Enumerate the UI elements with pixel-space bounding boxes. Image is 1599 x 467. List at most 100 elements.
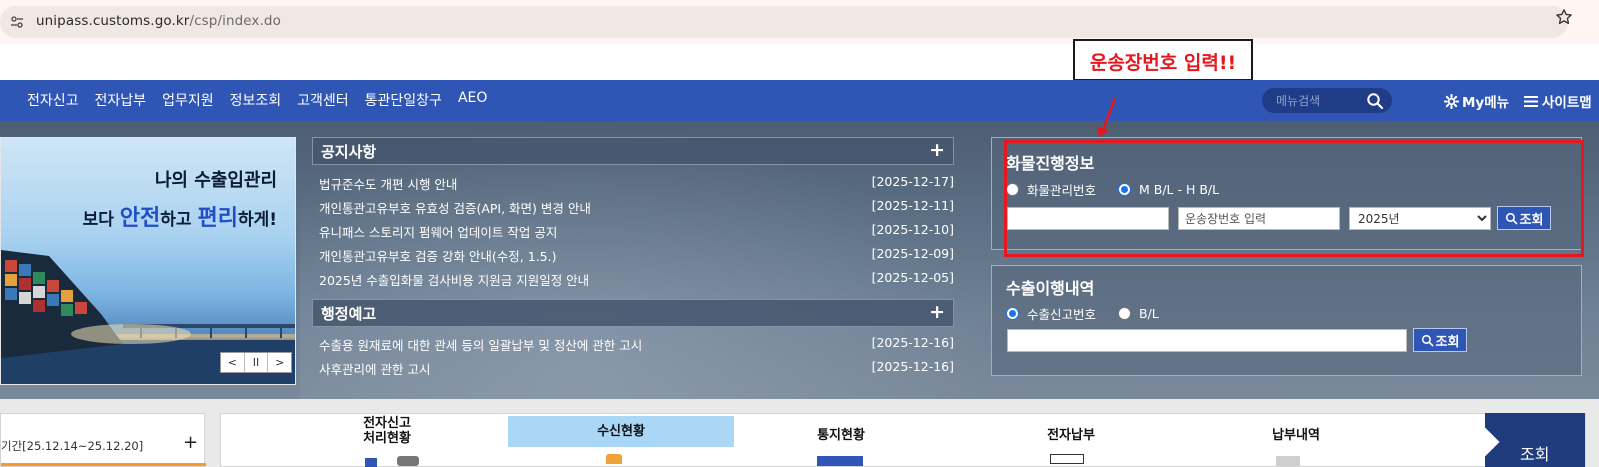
device-icon xyxy=(397,456,419,466)
main-navigation: 전자신고 전자납부 업무지원 정보조회 고객센터 통관단일창구 AEO My메뉴 xyxy=(0,80,1599,121)
nav-item-aeo[interactable]: AEO xyxy=(458,90,487,110)
red-arrow-icon xyxy=(1097,97,1117,137)
url-text: unipass.customs.go.kr/csp/index.do xyxy=(36,13,281,29)
notice-date: [2025-12-05] xyxy=(871,270,954,285)
banner-pause-button[interactable]: II xyxy=(245,353,269,372)
menu-search-input[interactable] xyxy=(1276,91,1366,110)
site-info-icon[interactable] xyxy=(10,15,24,29)
payment-icon xyxy=(1050,454,1084,464)
banner-subline: 보다 안전하고 편리하게! xyxy=(83,200,277,232)
tab-report-status-line1: 전자신고 xyxy=(363,416,411,431)
banner-next-button[interactable]: > xyxy=(268,353,291,372)
tab-reception-status[interactable]: 수신현황 xyxy=(508,416,734,447)
export-number-input[interactable] xyxy=(1007,329,1407,352)
nav-item-customer-center[interactable]: 고객센터 xyxy=(297,90,349,110)
banner-accent-convenient: 편리 xyxy=(197,206,238,231)
export-query-button[interactable]: 조회 xyxy=(1413,328,1467,352)
banner-prev-button[interactable]: < xyxy=(221,353,245,372)
notice-row: 2025년 수출입화물 검사비용 지원금 지원일정 안내 [2025-12-05] xyxy=(319,270,954,290)
admin-notice-date: [2025-12-16] xyxy=(871,335,954,350)
admin-notice-link[interactable]: 수출용 원재료에 대한 관세 등의 일괄납부 및 정산에 관한 고시 xyxy=(319,335,642,354)
notice-header: 공지사항 + xyxy=(312,137,954,165)
admin-notice-header: 행정예고 + xyxy=(312,299,954,327)
admin-notice-row: 사후관리에 관한 고시 [2025-12-16] xyxy=(319,359,954,379)
export-bl-radio-label: B/L xyxy=(1139,306,1159,321)
notice-row: 유니패스 스토리지 펌웨어 업데이트 작업 공지 [2025-12-10] xyxy=(319,222,954,242)
notice-link[interactable]: 2025년 수출입화물 검사비용 지원금 지원일정 안내 xyxy=(319,270,589,289)
notice-more-button[interactable]: + xyxy=(929,139,945,161)
admin-notice-title: 행정예고 xyxy=(321,305,377,323)
status-tabs: 전자신고 처리현황 수신현황 통지현황 전자납부 납부내역 xyxy=(220,413,1586,467)
tab-electronic-payment[interactable]: 전자납부 xyxy=(1031,424,1111,443)
notice-date: [2025-12-11] xyxy=(871,198,954,213)
banner-headline: 나의 수출입관리 xyxy=(154,170,277,191)
sitemap-label: 사이트맵 xyxy=(1542,95,1592,111)
notice-link[interactable]: 개인통관고유부호 유효성 검증(API, 화면) 변경 안내 xyxy=(319,198,591,217)
banner-sub-mid: 하고 xyxy=(160,210,198,230)
period-more-button[interactable]: + xyxy=(183,432,198,453)
admin-notice-more-button[interactable]: + xyxy=(929,301,945,323)
search-icon[interactable] xyxy=(1366,92,1384,110)
notice-link[interactable]: 법규준수도 개편 시행 안내 xyxy=(319,174,457,193)
menu-search-box xyxy=(1262,88,1392,113)
export-title: 수출이행내역 xyxy=(1006,279,1095,298)
notice-link[interactable]: 개인통관고유부호 검증 강화 안내(수정, 1.5.) xyxy=(319,246,556,265)
banner-sub-pre: 보다 xyxy=(82,210,120,230)
nav-item-info-inquiry[interactable]: 정보조회 xyxy=(230,90,282,110)
browser-address-bar: unipass.customs.go.kr/csp/index.do xyxy=(0,0,1599,44)
export-radio-group: 수출신고번호 B/L xyxy=(1006,304,1159,323)
tab-notice-status[interactable]: 통지현황 xyxy=(801,424,881,443)
nav-item-electronic-report[interactable]: 전자신고 xyxy=(27,90,79,110)
nav-item-work-support[interactable]: 업무지원 xyxy=(162,90,214,110)
nav-menu: 전자신고 전자납부 업무지원 정보조회 고객센터 통관단일창구 AEO xyxy=(27,90,503,110)
url-host: unipass.customs.go.kr xyxy=(36,13,190,29)
tab-payment-history[interactable]: 납부내역 xyxy=(1256,424,1336,443)
notice-date: [2025-12-09] xyxy=(871,246,954,261)
notice-icon xyxy=(817,456,863,466)
notice-link[interactable]: 유니패스 스토리지 펌웨어 업데이트 작업 공지 xyxy=(319,222,557,241)
nav-item-single-window[interactable]: 통관단일창구 xyxy=(365,90,442,110)
sitemap-button[interactable]: 사이트맵 xyxy=(1524,91,1592,111)
mymenu-label: My메뉴 xyxy=(1462,95,1510,111)
history-icon xyxy=(1276,456,1300,466)
export-number-radio[interactable] xyxy=(1006,307,1019,320)
notice-title: 공지사항 xyxy=(321,143,377,161)
annotation-callout: 운송장번호 입력!! xyxy=(1073,39,1253,81)
report-icon xyxy=(365,458,377,467)
highlight-box xyxy=(1004,140,1584,257)
period-card-accent xyxy=(1,463,206,466)
notice-date: [2025-12-17] xyxy=(871,174,954,189)
admin-notice-row: 수출용 원재료에 대한 관세 등의 일괄납부 및 정산에 관한 고시 [2025-… xyxy=(319,335,954,355)
banner-accent-safe: 안전 xyxy=(119,206,161,231)
banner-sub-post: 하게! xyxy=(237,210,277,230)
search-icon xyxy=(1421,334,1433,346)
export-panel: 수출이행내역 수출신고번호 B/L 조회 xyxy=(991,265,1582,376)
chevron-right-icon xyxy=(1485,426,1500,458)
url-path: /csp/index.do xyxy=(189,13,281,29)
mymenu-button[interactable]: My메뉴 xyxy=(1444,91,1509,111)
banner-controls: < II > xyxy=(220,352,292,373)
notice-date: [2025-12-10] xyxy=(871,222,954,237)
url-field[interactable]: unipass.customs.go.kr/csp/index.do xyxy=(0,6,1568,38)
header-strip xyxy=(0,44,1599,80)
bottom-query-button[interactable]: 조회 xyxy=(1485,413,1585,467)
period-card: 기간[25.12.14~25.12.20] + xyxy=(0,413,206,467)
admin-notice-date: [2025-12-16] xyxy=(871,359,954,374)
bookmark-star-icon[interactable] xyxy=(1555,8,1573,26)
export-bl-radio[interactable] xyxy=(1118,307,1132,320)
promo-banner[interactable]: 나의 수출입관리 보다 안전하고 편리하게! < II > xyxy=(0,137,296,385)
export-query-label: 조회 xyxy=(1435,334,1460,350)
bottom-query-label: 조회 xyxy=(1520,445,1550,464)
reception-icon xyxy=(606,454,622,464)
tab-report-status[interactable]: 전자신고 처리현황 xyxy=(351,416,423,446)
notice-row: 법규준수도 개편 시행 안내 [2025-12-17] xyxy=(319,174,954,194)
callout-text: 운송장번호 입력!! xyxy=(1089,52,1237,74)
nav-item-electronic-payment[interactable]: 전자납부 xyxy=(95,90,147,110)
notice-row: 개인통관고유부호 유효성 검증(API, 화면) 변경 안내 [2025-12-1… xyxy=(319,198,954,218)
notice-row: 개인통관고유부호 검증 강화 안내(수정, 1.5.) [2025-12-09] xyxy=(319,246,954,266)
export-number-radio-label: 수출신고번호 xyxy=(1027,307,1097,322)
admin-notice-link[interactable]: 사후관리에 관한 고시 xyxy=(319,359,430,378)
gear-icon xyxy=(1444,93,1459,109)
hamburger-icon xyxy=(1524,95,1538,107)
period-text: 기간[25.12.14~25.12.20] xyxy=(1,439,144,453)
